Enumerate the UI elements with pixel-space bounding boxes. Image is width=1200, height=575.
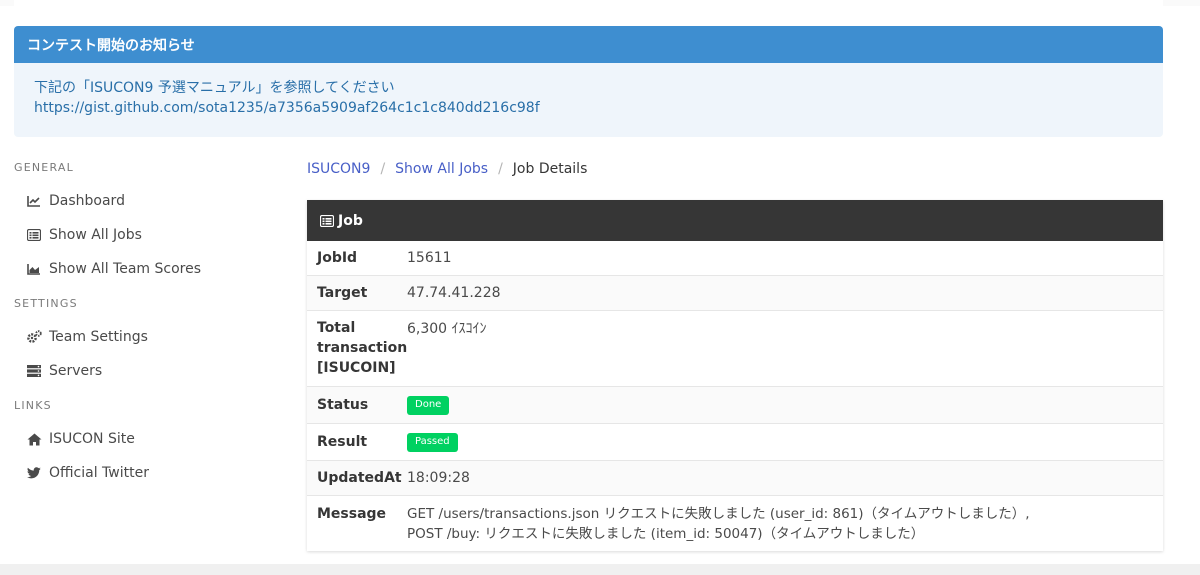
menu-label-links: LINKS: [14, 398, 52, 412]
sidebar-item-label: Servers: [49, 363, 103, 379]
breadcrumb-separator: /: [498, 161, 503, 177]
job-key: Status: [317, 397, 369, 413]
sidebar-item-label: Show All Team Scores: [49, 261, 201, 277]
sidebar: GENERAL Dashboard Show All Jobs Show All…: [14, 150, 274, 490]
job-row-message: Message GET /users/transactions.json リクエ…: [307, 496, 1163, 551]
job-key: Total transaction [ISUCOIN]: [317, 320, 408, 376]
cogs-icon: [26, 329, 42, 345]
server-icon: [26, 363, 42, 379]
list-alt-icon: [320, 214, 334, 227]
sidebar-item-show-all-jobs[interactable]: Show All Jobs: [14, 218, 274, 252]
sidebar-item-isucon-site[interactable]: ISUCON Site: [14, 422, 274, 456]
status-badge: Done: [407, 395, 450, 415]
twitter-icon: [26, 465, 42, 481]
list-icon: [26, 227, 42, 243]
sidebar-item-label: Show All Jobs: [49, 227, 142, 243]
job-row-result: Result Passed: [307, 424, 1163, 461]
menu-label-settings: SETTINGS: [14, 296, 78, 310]
job-card-title: Job: [338, 212, 363, 229]
notice-title: コンテスト開始のお知らせ: [14, 26, 1163, 63]
sidebar-item-label: Official Twitter: [49, 465, 149, 481]
breadcrumb: ISUCON9 / Show All Jobs / Job Details: [307, 158, 587, 180]
job-value: 47.74.41.228: [407, 285, 501, 301]
chart-area-icon: [26, 261, 42, 277]
job-key: Target: [317, 285, 368, 301]
job-value: 15611: [407, 250, 452, 266]
breadcrumb-isucon9[interactable]: ISUCON9: [307, 161, 370, 177]
breadcrumb-separator: /: [380, 161, 386, 177]
job-row-updated-at: UpdatedAt 18:09:28: [307, 461, 1163, 496]
notice-text: 下記の「ISUCON9 予選マニュアル」を参照してください: [34, 80, 395, 96]
home-icon: [26, 431, 42, 447]
message-line: GET /users/transactions.json リクエストに失敗しまし…: [407, 506, 1030, 522]
breadcrumb-show-all-jobs[interactable]: Show All Jobs: [395, 161, 488, 177]
sidebar-item-label: Team Settings: [49, 329, 148, 345]
contest-notice: コンテスト開始のお知らせ 下記の「ISUCON9 予選マニュアル」を参照してくだ…: [14, 26, 1163, 137]
message-line: POST /buy: リクエストに失敗しました (item_id: 50047)…: [407, 526, 925, 542]
job-card: Job JobId 15611 Target 47.74.41.228 Tota…: [307, 200, 1163, 551]
job-value: 18:09:28: [407, 470, 470, 486]
sidebar-item-servers[interactable]: Servers: [14, 354, 274, 388]
sidebar-item-official-twitter[interactable]: Official Twitter: [14, 456, 274, 490]
menu-label-general: GENERAL: [14, 160, 74, 174]
job-row-jobid: JobId 15611: [307, 241, 1163, 276]
footer-strip: [0, 564, 1200, 575]
job-key: Result: [317, 434, 368, 450]
job-card-header: Job: [307, 200, 1163, 241]
notice-link[interactable]: https://gist.github.com/sota1235/a7356a5…: [34, 98, 1143, 118]
sidebar-item-show-all-team-scores[interactable]: Show All Team Scores: [14, 252, 274, 286]
job-key: JobId: [317, 250, 358, 266]
job-key: Message: [317, 506, 387, 522]
job-row-status: Status Done: [307, 387, 1163, 424]
job-row-total-transaction: Total transaction [ISUCOIN] 6,300 ｲｽｺｲﾝ: [307, 311, 1163, 387]
result-badge: Passed: [407, 432, 458, 452]
sidebar-item-dashboard[interactable]: Dashboard: [14, 184, 274, 218]
sidebar-item-label: ISUCON Site: [49, 431, 135, 447]
sidebar-item-label: Dashboard: [49, 193, 125, 209]
breadcrumb-current: Job Details: [512, 161, 588, 177]
chart-line-icon: [26, 193, 42, 209]
job-key: UpdatedAt: [317, 470, 402, 486]
job-row-target: Target 47.74.41.228: [307, 276, 1163, 311]
sidebar-item-team-settings[interactable]: Team Settings: [14, 320, 274, 354]
job-value: 6,300 ｲｽｺｲﾝ: [407, 321, 487, 337]
notice-body: 下記の「ISUCON9 予選マニュアル」を参照してください https://gi…: [14, 63, 1163, 137]
